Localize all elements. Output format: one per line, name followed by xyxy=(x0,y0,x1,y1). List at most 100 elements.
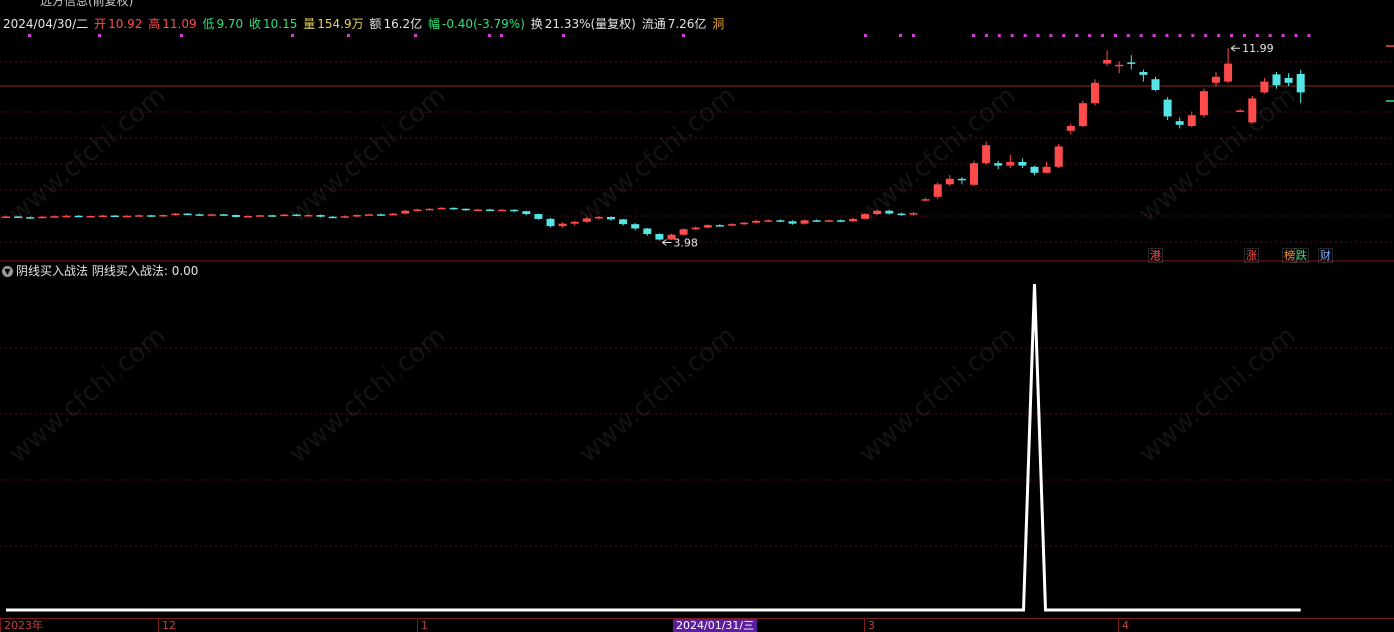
candle xyxy=(1224,48,1233,83)
event-tag[interactable]: 港 xyxy=(1148,248,1163,263)
candle-body xyxy=(1151,79,1160,90)
candle-body xyxy=(110,215,119,218)
candle xyxy=(171,212,180,216)
candle xyxy=(1030,165,1039,176)
candle xyxy=(1078,100,1087,128)
signal-dot xyxy=(1036,34,1040,37)
candle xyxy=(921,197,930,201)
candle-body xyxy=(764,220,773,222)
candle xyxy=(752,219,761,224)
signal-dot xyxy=(1023,34,1027,37)
candle-body xyxy=(957,178,966,181)
candlestick-series[interactable]: 11.99 3.98 xyxy=(2,42,1394,249)
signal-dot xyxy=(1242,34,1246,37)
extra-label: 洞 xyxy=(712,17,725,31)
candle-body xyxy=(1042,166,1051,173)
candle-body xyxy=(558,223,567,227)
candle xyxy=(1054,144,1063,168)
candle xyxy=(824,219,833,222)
candle xyxy=(703,224,712,229)
candle-body xyxy=(1139,72,1148,75)
high-value: 11.09 xyxy=(162,17,197,31)
event-tag[interactable]: 财 xyxy=(1318,248,1333,263)
indicator-name: 阴线买入战法 xyxy=(16,264,89,278)
candle xyxy=(970,160,978,186)
candle-body xyxy=(812,220,821,222)
candle-body xyxy=(631,224,640,229)
signal-dot xyxy=(912,34,915,37)
candle-body xyxy=(1127,62,1136,64)
signal-dot xyxy=(864,34,867,37)
candle-body xyxy=(679,229,688,235)
candle-body xyxy=(365,214,373,216)
candle xyxy=(619,218,628,226)
candle xyxy=(1199,88,1208,118)
close-value: 10.15 xyxy=(263,17,298,31)
candle-body xyxy=(207,214,216,216)
candle-body xyxy=(933,184,942,197)
signal-dot xyxy=(98,34,101,37)
candle xyxy=(957,177,966,185)
signal-dot xyxy=(1010,34,1014,37)
candle-body xyxy=(38,216,47,219)
candle-body xyxy=(1236,110,1245,112)
chevron-down-icon[interactable]: ▼ xyxy=(2,266,13,277)
candle xyxy=(389,212,398,216)
candle-body xyxy=(788,221,797,224)
low-label: 低 xyxy=(202,17,215,31)
signal-dot xyxy=(1178,34,1182,37)
candle-body xyxy=(1260,81,1269,93)
candle xyxy=(1296,69,1305,104)
candle xyxy=(135,214,144,217)
open-label: 开 xyxy=(94,17,107,31)
candle xyxy=(1115,61,1124,74)
candle-body xyxy=(159,215,168,217)
candle xyxy=(1042,162,1051,174)
candle-body xyxy=(195,214,204,216)
candle xyxy=(849,217,857,223)
signal-dots xyxy=(28,34,1311,37)
signal-dot xyxy=(1204,34,1208,37)
candle-body xyxy=(546,218,555,227)
candle-body xyxy=(340,216,349,218)
candle xyxy=(2,215,10,219)
candle xyxy=(413,208,422,212)
volume-label: 量 xyxy=(303,17,316,31)
axis-highlight-date[interactable]: 2024/01/31/三 xyxy=(673,619,758,632)
candle-body xyxy=(62,215,71,218)
candle xyxy=(812,219,821,222)
candle-body xyxy=(461,208,470,211)
event-tag[interactable]: 涨 xyxy=(1244,248,1259,263)
candle xyxy=(691,226,700,230)
candle-body xyxy=(534,214,543,219)
candle-body xyxy=(800,220,809,224)
candle-body xyxy=(849,218,857,222)
signal-dot xyxy=(1294,34,1298,37)
window-title: 远方信息(前复权) xyxy=(40,0,134,8)
candle-body xyxy=(994,163,1003,166)
candle-body xyxy=(147,215,156,217)
signal-dot xyxy=(1217,34,1221,37)
candle xyxy=(473,208,482,212)
change-value: -0.40(-3.79%) xyxy=(442,17,525,31)
candle xyxy=(123,215,131,218)
candle xyxy=(522,210,531,216)
candle-body xyxy=(1066,126,1075,131)
axis-tick: 1 xyxy=(417,619,428,632)
candle-body xyxy=(1163,99,1172,117)
signal-dot xyxy=(1049,34,1053,37)
candle xyxy=(607,216,615,221)
close-label: 收 xyxy=(249,17,262,31)
signal-dot xyxy=(899,34,902,37)
candle xyxy=(268,214,277,217)
chart-canvas[interactable]: 11.99 3.98 xyxy=(0,0,1394,632)
event-tag[interactable]: 跌 xyxy=(1294,248,1309,263)
candle xyxy=(982,141,991,165)
high-label: 高 xyxy=(148,17,161,31)
candle-body xyxy=(1296,73,1305,93)
candle xyxy=(933,182,942,200)
signal-dot xyxy=(1062,34,1066,37)
candle-body xyxy=(328,216,337,219)
candle xyxy=(183,213,192,216)
candle-body xyxy=(98,215,107,218)
